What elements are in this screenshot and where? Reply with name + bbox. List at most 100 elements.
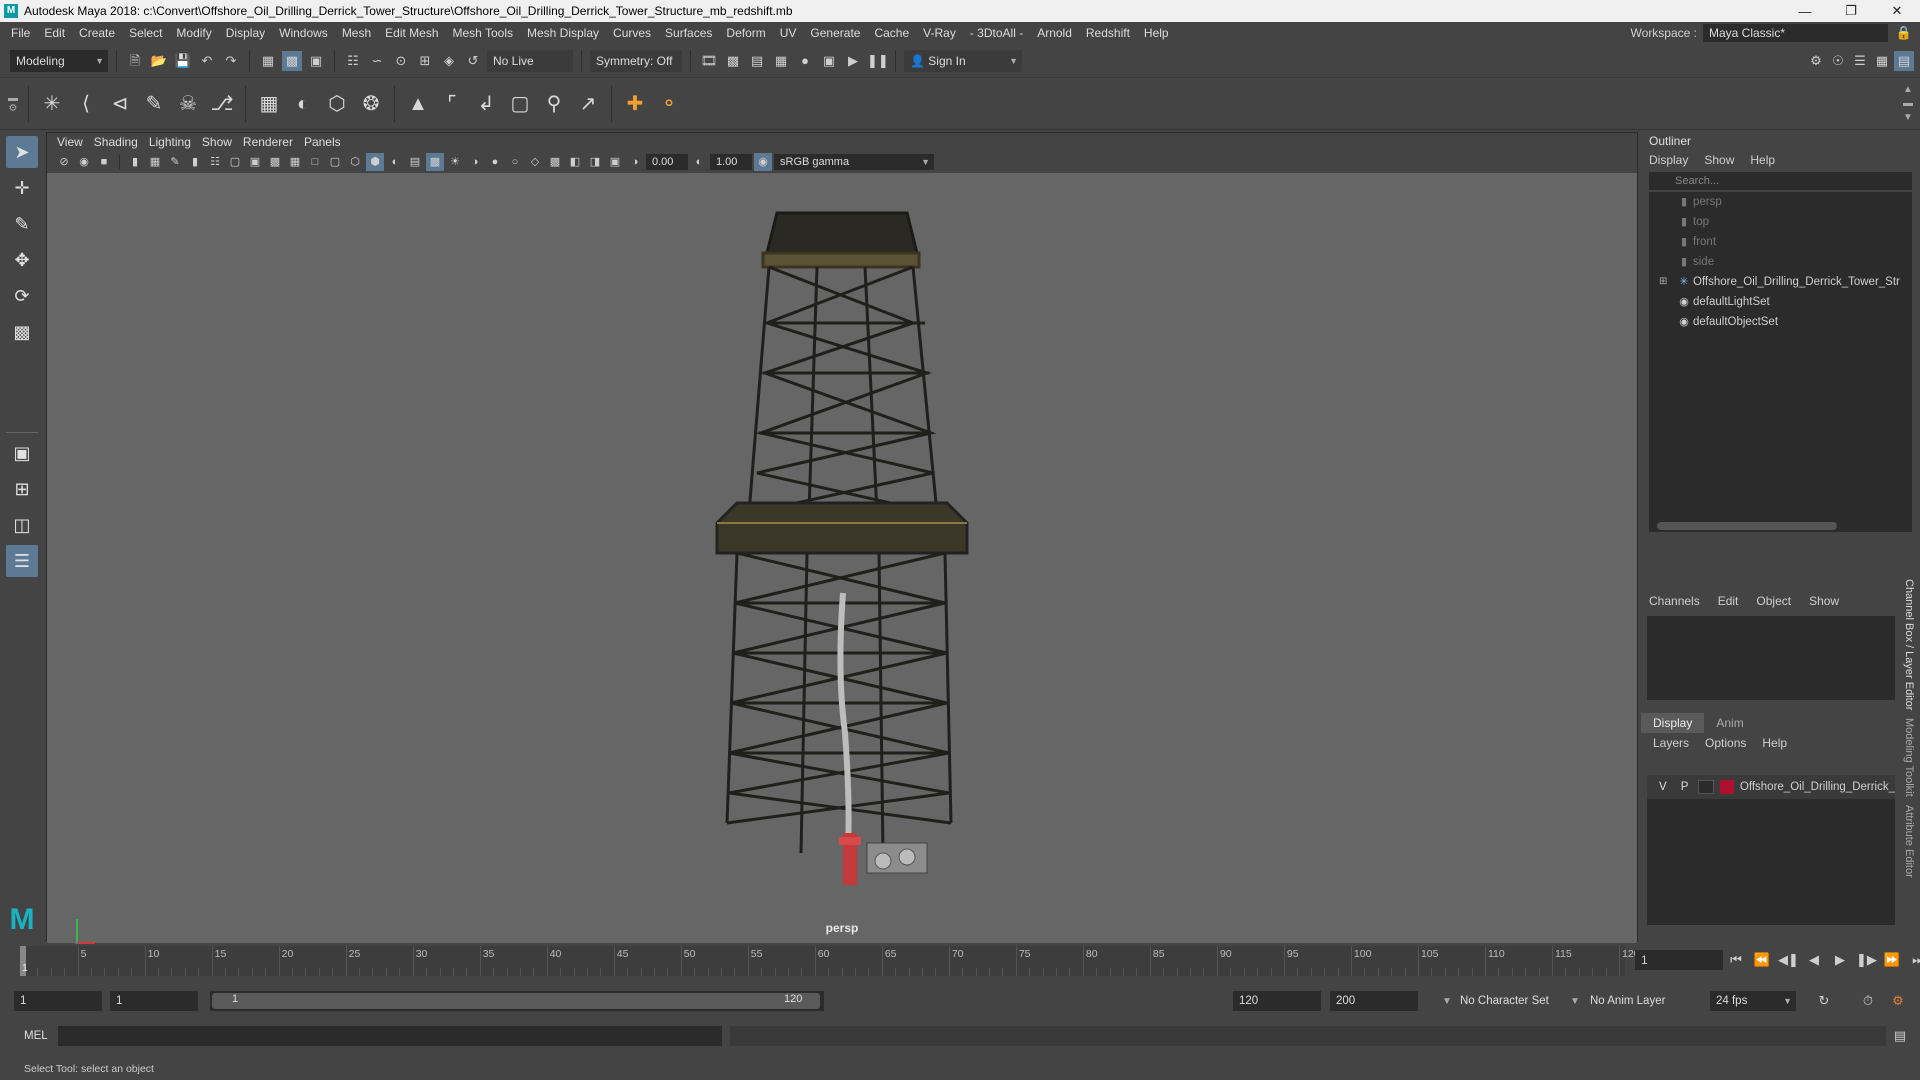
pause-icon[interactable]: ❚❚: [867, 51, 889, 71]
close-button[interactable]: ✕: [1874, 3, 1920, 19]
nurbs-tool-icon[interactable]: ✳: [37, 89, 67, 119]
animation-end-field[interactable]: 200: [1330, 991, 1418, 1011]
live-surface-field[interactable]: No Live Surface: [487, 49, 573, 90]
menu-curves[interactable]: Curves: [606, 26, 658, 40]
symmetry-dropdown[interactable]: Symmetry: Off: [590, 49, 682, 72]
multi-cut-icon[interactable]: ▢: [505, 89, 535, 119]
viewport-menu-lighting[interactable]: Lighting: [149, 135, 202, 149]
single-view-layout-icon[interactable]: ▣: [6, 437, 38, 469]
step-forward-key-icon[interactable]: ⏩: [1882, 950, 1902, 970]
poly-cube-icon[interactable]: ▦: [254, 89, 284, 119]
shelf-options-icon[interactable]: ▬ ⚙: [6, 93, 20, 114]
viewport-menu-renderer[interactable]: Renderer: [243, 135, 304, 149]
layer-menu-help[interactable]: Help: [1762, 733, 1787, 753]
snap-curve-icon[interactable]: ∽: [367, 51, 387, 71]
animation-start-field[interactable]: 1: [14, 991, 102, 1011]
command-input[interactable]: [58, 1026, 722, 1046]
select-tool-icon[interactable]: ➤: [6, 136, 38, 168]
camera-bookmark-icon[interactable]: ▮: [186, 153, 204, 171]
pivot-tool-icon[interactable]: ⚬: [654, 89, 684, 119]
color-space-dropdown[interactable]: sRGB gamma ▼: [774, 154, 934, 170]
tab-channel-box-layer-editor[interactable]: Channel Box / Layer Editor: [1901, 575, 1917, 714]
select-hierarchy-icon[interactable]: ▦: [258, 51, 278, 71]
image-plane-icon[interactable]: ▮: [126, 153, 144, 171]
menu-redshift[interactable]: Redshift: [1079, 26, 1137, 40]
viewport-menu-panels[interactable]: Panels: [304, 135, 352, 149]
menu-deform[interactable]: Deform: [719, 26, 772, 40]
snap-view-icon[interactable]: ⊞: [415, 51, 435, 71]
xray-components-icon[interactable]: ▣: [606, 153, 624, 171]
sign-in-dropdown[interactable]: 👤 Sign In ▼: [904, 49, 1022, 72]
expand-icon[interactable]: ⊞: [1659, 272, 1667, 292]
menu-mesh[interactable]: Mesh: [335, 26, 378, 40]
exposure-icon[interactable]: ◑: [626, 153, 644, 171]
menu-help[interactable]: Help: [1137, 26, 1176, 40]
menu-modify[interactable]: Modify: [169, 26, 218, 40]
playback-start-field[interactable]: 1: [110, 991, 198, 1011]
target-weld-icon[interactable]: ⚲: [539, 89, 569, 119]
redo-icon[interactable]: ↷: [221, 51, 241, 71]
anim-layer-field[interactable]: No Anim Layer: [1590, 995, 1690, 1007]
grease-pencil-icon[interactable]: ✎: [166, 153, 184, 171]
use-all-lights-icon[interactable]: ▩: [426, 153, 444, 171]
outliner-item-front[interactable]: ▮ front: [1649, 232, 1912, 252]
time-slider-track[interactable]: 5 10 15 20 25 30 35 40 45 50 55 60 65 70 75 80 85 90 95 100…: [20, 946, 1640, 976]
character-set-menu-icon[interactable]: ▼: [1442, 996, 1452, 1007]
step-forward-frame-icon[interactable]: ❚▶: [1856, 950, 1877, 970]
derrick-tower-model[interactable]: [47, 173, 1637, 943]
field-chart-icon[interactable]: ▦: [286, 153, 304, 171]
smooth-shade-icon[interactable]: ⬢: [366, 153, 384, 171]
bridge-icon[interactable]: ⌜: [437, 89, 467, 119]
channel-menu-channels[interactable]: Channels: [1649, 590, 1700, 612]
menu-mesh-display[interactable]: Mesh Display: [520, 26, 606, 40]
lock-icon[interactable]: 🔒: [1894, 23, 1914, 43]
channel-box-icon[interactable]: ▤: [1894, 50, 1914, 71]
tab-anim[interactable]: Anim: [1704, 713, 1755, 733]
bookmark-icon[interactable]: ■: [95, 153, 113, 171]
open-scene-icon[interactable]: 📂: [149, 51, 169, 71]
menu-select[interactable]: Select: [122, 26, 169, 40]
outliner-search-input[interactable]: Search...: [1649, 172, 1912, 190]
wireframe-on-shaded-icon[interactable]: ◐: [386, 153, 404, 171]
save-scene-icon[interactable]: 💾: [173, 51, 193, 71]
gamma-icon[interactable]: ◐: [690, 153, 708, 171]
render-settings-icon[interactable]: ▦: [771, 51, 791, 71]
poly-sphere-icon[interactable]: ◐: [288, 89, 318, 119]
cv-curve-icon[interactable]: ⟨: [71, 89, 101, 119]
color-management-icon[interactable]: ◉: [754, 153, 772, 171]
render-current-icon[interactable]: ▩: [723, 51, 743, 71]
ambient-occlusion-icon[interactable]: ◑: [466, 153, 484, 171]
undo-icon[interactable]: ↶: [197, 51, 217, 71]
layer-playback-toggle[interactable]: P: [1677, 775, 1693, 799]
menu-edit-mesh[interactable]: Edit Mesh: [378, 26, 445, 40]
scale-tool-icon[interactable]: ▩: [6, 316, 38, 348]
modeling-toolkit-icon[interactable]: ⚙: [1806, 51, 1826, 71]
shelf-scroll-icon[interactable]: ▲ ▬ ▼: [1900, 83, 1920, 125]
gate-mask-icon[interactable]: ▩: [266, 153, 284, 171]
step-back-key-icon[interactable]: ⏪: [1752, 950, 1772, 970]
render-view-icon[interactable]: 🎞: [699, 51, 719, 71]
layer-menu-layers[interactable]: Layers: [1653, 733, 1689, 753]
outliner-menu-display[interactable]: Display: [1649, 150, 1688, 170]
range-slider-handle[interactable]: [212, 993, 820, 1009]
outliner-menu-help[interactable]: Help: [1750, 150, 1775, 170]
outliner-horizontal-scrollbar[interactable]: [1657, 522, 1837, 530]
channel-menu-object[interactable]: Object: [1756, 590, 1791, 612]
poly-cylinder-icon[interactable]: ⬡: [322, 89, 352, 119]
snap-edge-icon[interactable]: ↺: [463, 51, 483, 71]
anim-preferences-icon[interactable]: ⚙: [1888, 991, 1908, 1011]
outliner-item-side[interactable]: ▮ side: [1649, 252, 1912, 272]
motion-blur-icon[interactable]: ●: [486, 153, 504, 171]
menu-generate[interactable]: Generate: [803, 26, 867, 40]
menu-file[interactable]: File: [4, 26, 37, 40]
grid-toggle-icon[interactable]: ☷: [206, 153, 224, 171]
play-forward-icon[interactable]: ▶: [1830, 950, 1850, 970]
auto-key-icon[interactable]: ⏱: [1858, 991, 1878, 1011]
redshift-render-icon[interactable]: ▣: [819, 51, 839, 71]
outliner-menu-show[interactable]: Show: [1704, 150, 1734, 170]
camera-attributes-icon[interactable]: ◉: [75, 153, 93, 171]
playback-end-field[interactable]: 120: [1233, 991, 1321, 1011]
range-slider-track[interactable]: 1 120: [210, 991, 824, 1011]
outliner-item-top[interactable]: ▮ top: [1649, 212, 1912, 232]
layer-row[interactable]: V P Offshore_Oil_Drilling_Derrick_: [1647, 775, 1895, 799]
